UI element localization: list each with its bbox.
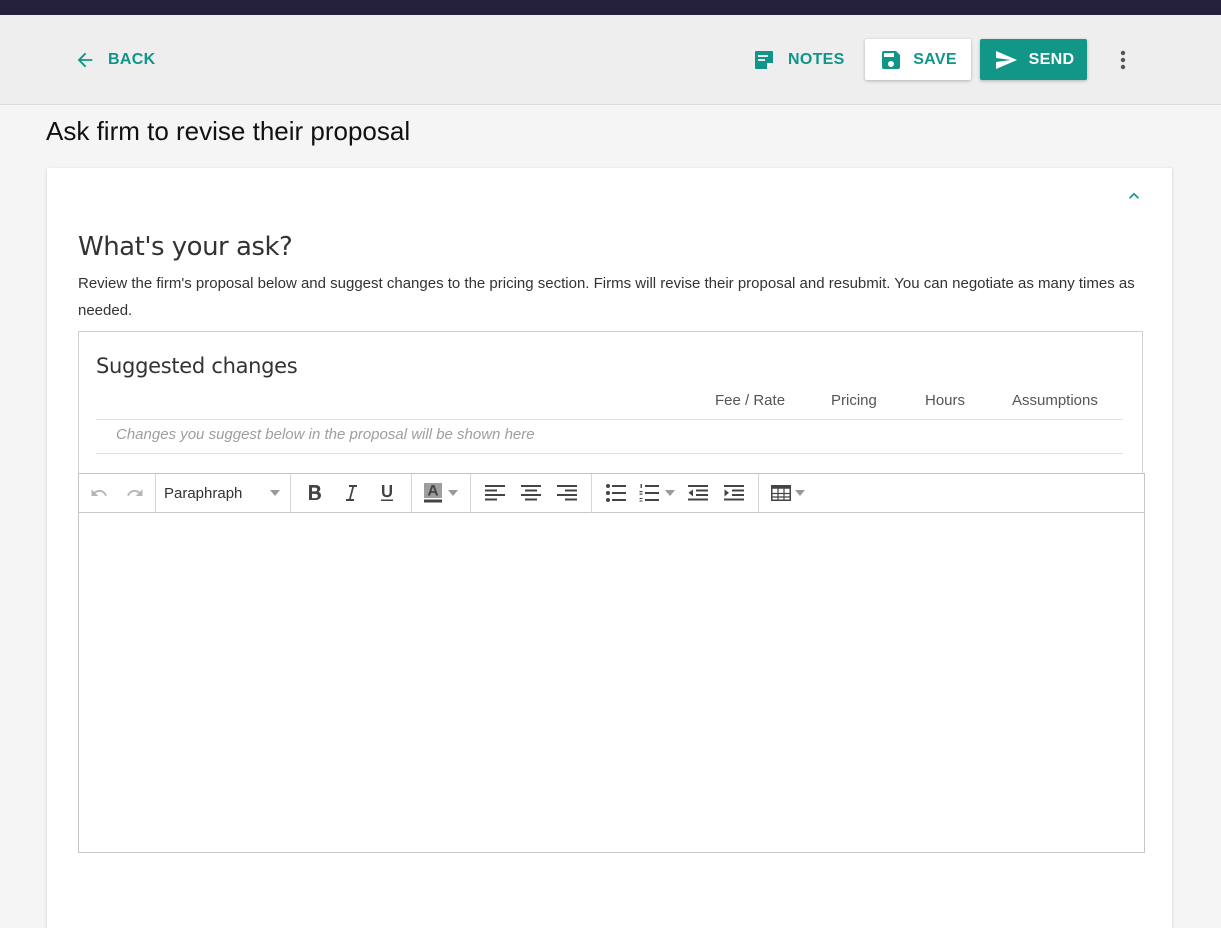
redo-button[interactable] xyxy=(117,478,153,508)
notes-icon xyxy=(752,48,776,72)
column-pricing: Pricing xyxy=(831,392,877,409)
table-icon xyxy=(771,485,791,501)
align-right-button[interactable] xyxy=(549,478,585,508)
align-left-icon xyxy=(485,485,505,501)
align-center-button[interactable] xyxy=(513,478,549,508)
caret-down-icon xyxy=(448,490,458,496)
window-top-strip xyxy=(0,0,1221,15)
changes-placeholder-row: Changes you suggest below in the proposa… xyxy=(96,420,1123,454)
bold-button[interactable] xyxy=(297,478,333,508)
underline-icon xyxy=(379,484,395,502)
send-button[interactable]: SEND xyxy=(980,39,1087,80)
changes-placeholder: Changes you suggest below in the proposa… xyxy=(116,426,535,443)
rich-text-editor: Paraphraph xyxy=(78,473,1145,853)
align-left-button[interactable] xyxy=(477,478,513,508)
outdent-icon xyxy=(688,485,708,501)
editor-toolbar: Paraphraph xyxy=(79,473,1144,513)
back-label: BACK xyxy=(108,51,156,68)
outdent-button[interactable] xyxy=(680,478,716,508)
italic-button[interactable] xyxy=(333,478,369,508)
column-fee-rate: Fee / Rate xyxy=(715,392,786,409)
collapse-button[interactable] xyxy=(1124,186,1144,206)
indent-icon xyxy=(724,485,744,501)
more-vertical-icon xyxy=(1120,50,1126,70)
block-format-select[interactable]: Paraphraph xyxy=(160,478,286,508)
column-assumptions: Assumptions xyxy=(1012,392,1098,409)
redo-icon xyxy=(126,484,144,502)
indent-button[interactable] xyxy=(716,478,752,508)
undo-icon xyxy=(90,484,108,502)
caret-down-icon xyxy=(665,490,675,496)
undo-button[interactable] xyxy=(81,478,117,508)
save-button[interactable]: SAVE xyxy=(865,39,971,80)
notes-button[interactable]: NOTES xyxy=(752,45,845,75)
bullet-list-button[interactable] xyxy=(598,478,634,508)
text-color-icon xyxy=(424,483,442,503)
send-label: SEND xyxy=(1028,50,1075,68)
bullet-list-icon xyxy=(606,484,626,502)
floppy-disk-icon xyxy=(879,48,903,72)
bold-icon xyxy=(307,484,323,502)
ask-heading: What's your ask? xyxy=(78,232,293,262)
app-bar: BACK NOTES SAVE SEND xyxy=(0,15,1221,105)
page-title: Ask firm to revise their proposal xyxy=(46,116,411,146)
text-color-button[interactable] xyxy=(418,478,464,508)
ask-card: What's your ask? Review the firm's propo… xyxy=(47,168,1172,928)
column-hours: Hours xyxy=(925,392,966,409)
back-button[interactable]: BACK xyxy=(74,45,155,75)
numbered-list-icon xyxy=(639,484,659,502)
caret-down-icon xyxy=(270,490,280,496)
insert-table-button[interactable] xyxy=(765,478,811,508)
align-center-icon xyxy=(521,485,541,501)
changes-column-headers: Fee / Rate Pricing Hours Assumptions xyxy=(96,388,1123,420)
suggested-changes-panel: Suggested changes Fee / Rate Pricing Hou… xyxy=(78,331,1143,473)
more-options-button[interactable] xyxy=(1112,48,1134,72)
save-label: SAVE xyxy=(913,50,957,68)
italic-icon xyxy=(343,484,359,502)
underline-button[interactable] xyxy=(369,478,405,508)
send-icon xyxy=(993,48,1019,72)
suggested-changes-title: Suggested changes xyxy=(96,354,298,378)
ask-description: Review the firm's proposal below and sug… xyxy=(78,275,1135,319)
caret-down-icon xyxy=(795,490,805,496)
notes-label: NOTES xyxy=(788,51,845,68)
arrow-left-icon xyxy=(74,49,96,71)
chevron-up-icon xyxy=(1124,186,1144,206)
align-right-icon xyxy=(557,485,577,501)
block-format-value: Paraphraph xyxy=(164,484,243,502)
numbered-list-button[interactable] xyxy=(634,478,680,508)
editor-content-area[interactable] xyxy=(79,513,1144,852)
